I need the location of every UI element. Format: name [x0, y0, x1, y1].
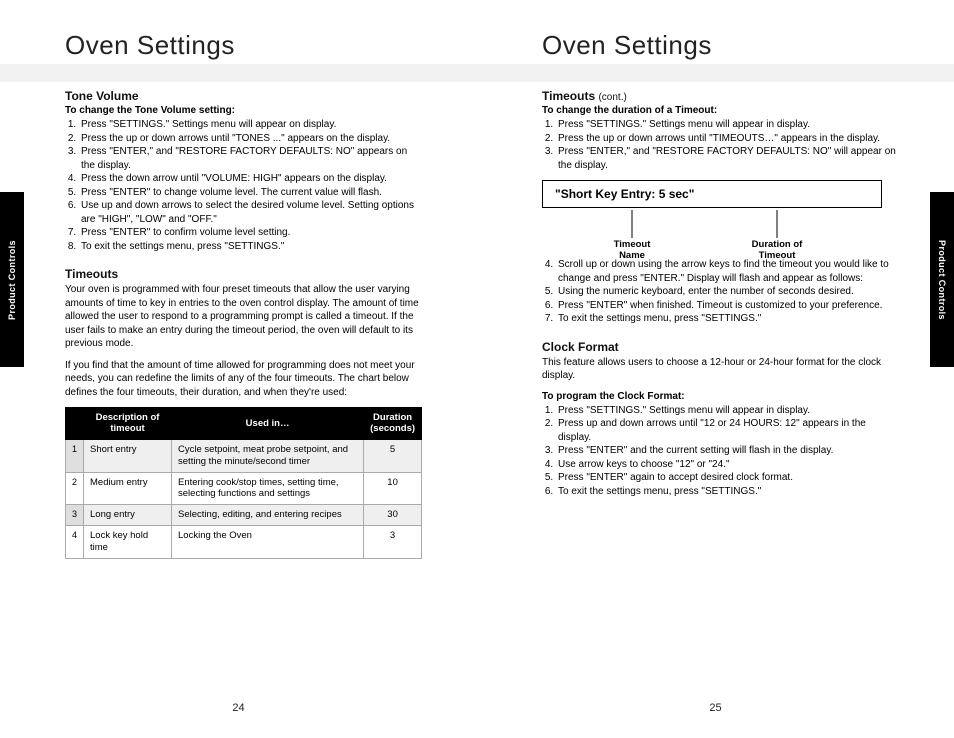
- steps-timeout-cont-1: Press "SETTINGS." Settings menu will app…: [542, 118, 899, 172]
- clock-p1: This feature allows users to choose a 12…: [542, 356, 899, 383]
- subheading-clock: To program the Clock Format:: [542, 391, 899, 402]
- step: Press "SETTINGS." Settings menu will app…: [556, 404, 899, 418]
- step: Press "ENTER," and "RESTORE FACTORY DEFA…: [79, 145, 422, 172]
- heading-tone-volume: Tone Volume: [65, 89, 422, 103]
- steps-clock: Press "SETTINGS." Settings menu will app…: [542, 404, 899, 499]
- display-example: "Short Key Entry: 5 sec": [542, 180, 882, 208]
- timeouts-p2: If you find that the amount of time allo…: [65, 359, 422, 400]
- heading-timeouts-cont: Timeouts (cont.): [542, 89, 899, 103]
- page-number: 25: [477, 702, 954, 714]
- th-blank: [66, 408, 84, 440]
- step: Press the up or down arrows until "TIMEO…: [556, 132, 899, 146]
- subheading-timeout-change: To change the duration of a Timeout:: [542, 105, 899, 116]
- callout-timeout-name: Timeout Name: [587, 240, 677, 262]
- page-25: Oven Settings Timeouts (cont.) To change…: [477, 0, 954, 738]
- page-title: Oven Settings: [542, 30, 899, 61]
- step: Press "ENTER" when finished. Timeout is …: [556, 299, 899, 313]
- table-row: 3 Long entry Selecting, editing, and ent…: [66, 505, 422, 526]
- table-row: 4 Lock key hold time Locking the Oven 3: [66, 526, 422, 559]
- timeouts-p1: Your oven is programmed with four preset…: [65, 283, 422, 351]
- steps-tone: Press "SETTINGS." Settings menu will app…: [65, 118, 422, 253]
- step: Press "ENTER" to confirm volume level se…: [79, 226, 422, 240]
- step: Use up and down arrows to select the des…: [79, 199, 422, 226]
- table-row: 1 Short entry Cycle setpoint, meat probe…: [66, 439, 422, 472]
- step: Press "SETTINGS." Settings menu will app…: [79, 118, 422, 132]
- callout-lines-icon: [542, 210, 882, 244]
- th-desc: Description of timeout: [84, 408, 172, 440]
- page-number: 24: [0, 702, 477, 714]
- th-used: Used in…: [172, 408, 364, 440]
- timeouts-table: Description of timeout Used in… Duration…: [65, 407, 422, 559]
- step: Press "ENTER," and "RESTORE FACTORY DEFA…: [556, 145, 899, 172]
- step: Press up and down arrows until "12 or 24…: [556, 417, 899, 444]
- step: To exit the settings menu, press "SETTIN…: [556, 312, 899, 326]
- page-24: Oven Settings Tone Volume To change the …: [0, 0, 477, 738]
- step: Press "SETTINGS." Settings menu will app…: [556, 118, 899, 132]
- step: Scroll up or down using the arrow keys t…: [556, 258, 899, 285]
- page-title: Oven Settings: [65, 30, 422, 61]
- step: Using the numeric keyboard, enter the nu…: [556, 285, 899, 299]
- step: To exit the settings menu, press "SETTIN…: [79, 240, 422, 254]
- step: Press "ENTER" and the current setting wi…: [556, 444, 899, 458]
- step: Use arrow keys to choose "12" or "24.": [556, 458, 899, 472]
- heading-clock-format: Clock Format: [542, 340, 899, 354]
- subheading-tone: To change the Tone Volume setting:: [65, 105, 422, 116]
- th-dur: Duration (seconds): [364, 408, 422, 440]
- steps-timeout-cont-2: Scroll up or down using the arrow keys t…: [542, 258, 899, 326]
- step: Press "ENTER" to change volume level. Th…: [79, 186, 422, 200]
- step: Press the up or down arrows until "TONES…: [79, 132, 422, 146]
- table-row: 2 Medium entry Entering cook/stop times,…: [66, 472, 422, 505]
- step: Press the down arrow until "VOLUME: HIGH…: [79, 172, 422, 186]
- display-callouts: Timeout Name Duration of Timeout: [542, 210, 882, 258]
- callout-duration: Duration of Timeout: [727, 240, 827, 262]
- step: To exit the settings menu, press "SETTIN…: [556, 485, 899, 499]
- step: Press "ENTER" again to accept desired cl…: [556, 471, 899, 485]
- heading-timeouts: Timeouts: [65, 267, 422, 281]
